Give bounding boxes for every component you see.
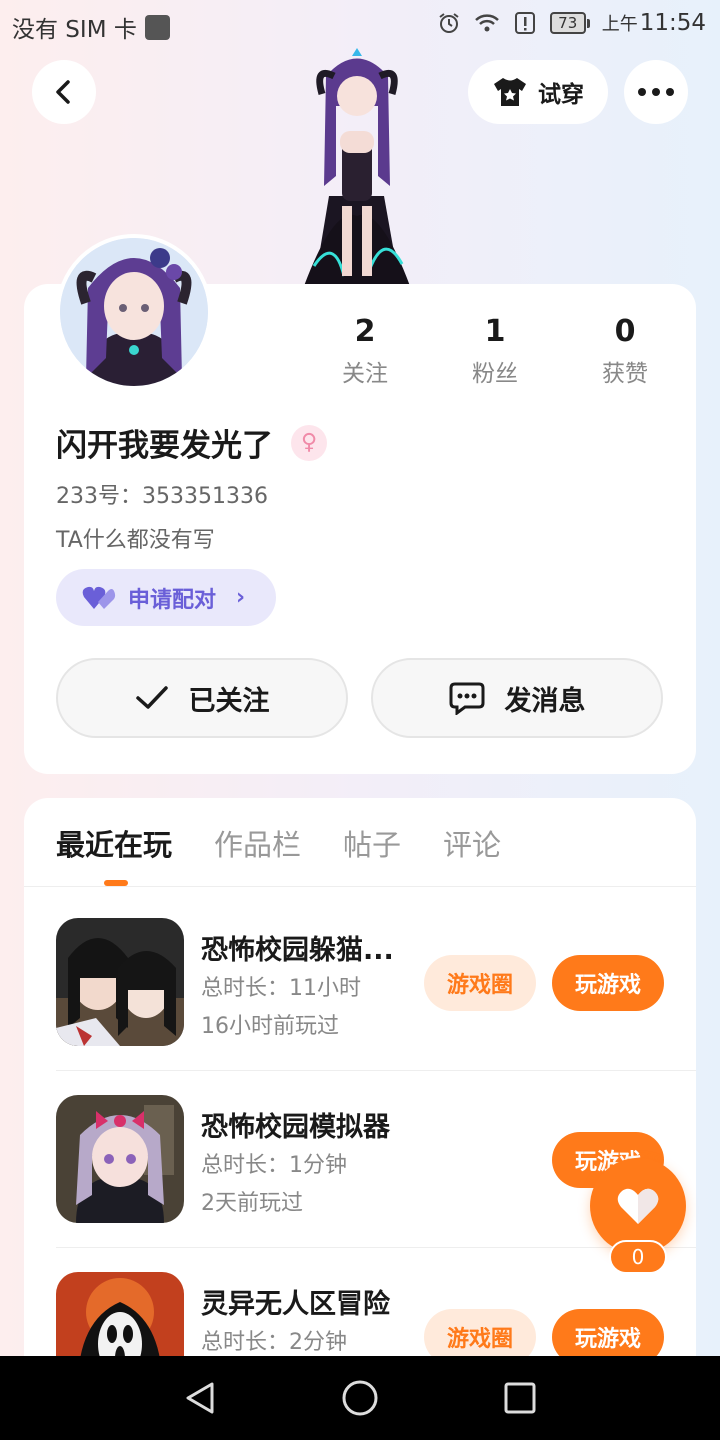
followed-label: 已关注: [188, 685, 270, 717]
tab-posts[interactable]: 帖子: [343, 822, 401, 864]
profile-tabs: 最近在玩 作品栏 帖子 评论: [56, 822, 501, 864]
shirt-icon: [494, 78, 526, 106]
user-id: 233号：353351336: [56, 484, 268, 509]
tab-works[interactable]: 作品栏: [214, 822, 301, 864]
time-period: 上午: [601, 14, 638, 35]
request-pair-label: 申请配对: [128, 587, 217, 613]
nav-back-button[interactable]: [170, 1368, 230, 1428]
games-card: 最近在玩 作品栏 帖子 评论 恐怖校园躲猫... 总时长：11小时 16小时前玩…: [24, 798, 696, 1440]
sim-icon: [144, 14, 170, 40]
chevron-left-icon: [56, 80, 70, 104]
game-title: 恐怖校园躲猫...: [201, 935, 394, 966]
system-nav-bar: [0, 1356, 720, 1440]
heart-icon: [617, 1188, 659, 1224]
clock: 11:54: [639, 10, 706, 36]
character-avatar-figure: [274, 46, 440, 286]
avatar[interactable]: [56, 234, 212, 390]
chevron-right-icon: ›: [236, 585, 246, 610]
more-options-button[interactable]: [624, 60, 688, 124]
divider: [56, 1070, 696, 1071]
alert-icon: [512, 10, 538, 36]
stat-number: 2: [354, 314, 376, 349]
status-bar: 没有 SIM 卡 73 上午 11:54: [0, 0, 720, 50]
send-message-label: 发消息: [504, 685, 586, 717]
divider: [56, 1247, 696, 1248]
circle-home-icon: [342, 1380, 378, 1416]
more-dots-icon: [638, 88, 674, 96]
stat-label: 粉丝: [472, 361, 518, 387]
game-duration: 总时长：1分钟: [201, 1153, 347, 1178]
user-bio: TA什么都没有写: [56, 528, 215, 553]
battery-icon: 73: [549, 12, 590, 34]
profile-stats: 2 关注 1 粉丝 0 获赞: [300, 312, 690, 388]
username: 闪开我要发光了: [56, 428, 273, 464]
nav-recents-button[interactable]: [490, 1368, 550, 1428]
nav-home-button[interactable]: [330, 1368, 390, 1428]
followed-button[interactable]: 已关注: [56, 658, 348, 738]
triangle-back-icon: [186, 1382, 214, 1414]
username-row: 闪开我要发光了 ♀: [56, 420, 327, 465]
carrier-label: 没有 SIM 卡: [12, 17, 137, 43]
square-recents-icon: [504, 1382, 536, 1414]
stat-following[interactable]: 2 关注: [300, 312, 430, 388]
stat-label: 获赞: [602, 361, 648, 387]
game-duration: 总时长：11小时: [201, 976, 361, 1001]
wifi-icon: [474, 10, 500, 36]
game-thumbnail[interactable]: [56, 1095, 184, 1223]
play-game-button[interactable]: 玩游戏: [552, 955, 664, 1011]
checkmark-icon: [135, 686, 168, 709]
stat-number: 1: [484, 314, 506, 349]
request-pair-button[interactable]: 申请配对 ›: [56, 569, 276, 626]
divider: [24, 886, 696, 887]
like-count: 0: [609, 1240, 667, 1274]
game-last-played: 16小时前玩过: [201, 1014, 339, 1039]
alarm-icon: [436, 10, 462, 36]
battery-level: 73: [549, 12, 586, 34]
stat-followers[interactable]: 1 粉丝: [430, 312, 560, 388]
game-title: 灵异无人区冒险: [201, 1289, 390, 1320]
tab-comments[interactable]: 评论: [443, 822, 501, 864]
game-last-played: 2天前玩过: [201, 1191, 303, 1216]
try-on-label: 试穿: [538, 82, 584, 108]
game-duration: 总时长：2分钟: [201, 1330, 347, 1355]
game-title: 恐怖校园模拟器: [201, 1112, 390, 1143]
stat-label: 关注: [342, 361, 388, 387]
back-button[interactable]: [32, 60, 96, 124]
tab-recently-played[interactable]: 最近在玩: [56, 822, 172, 864]
game-thumbnail[interactable]: [56, 918, 184, 1046]
try-on-button[interactable]: 试穿: [468, 60, 608, 124]
game-circle-button[interactable]: 游戏圈: [424, 955, 536, 1011]
female-gender-icon: ♀: [291, 424, 327, 461]
double-heart-icon: [82, 586, 116, 609]
send-message-button[interactable]: 发消息: [371, 658, 663, 738]
stat-number: 0: [614, 314, 636, 349]
stat-likes[interactable]: 0 获赞: [560, 312, 690, 388]
chat-bubble-icon: [449, 682, 484, 715]
